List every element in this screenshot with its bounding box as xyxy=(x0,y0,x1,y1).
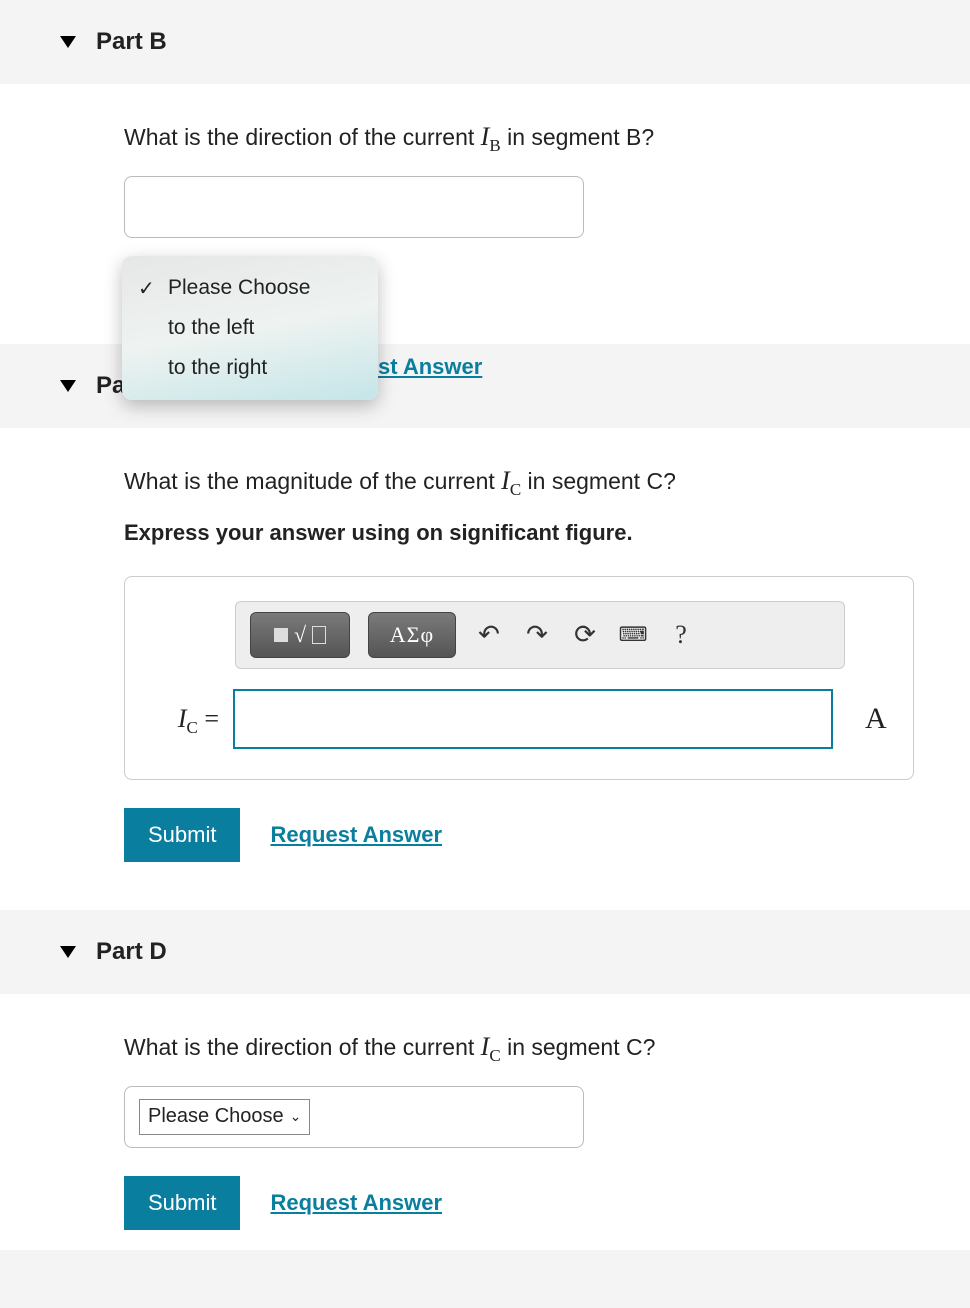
part-c-instruction: Express your answer using on significant… xyxy=(124,520,930,546)
question-text-post: in segment C? xyxy=(521,468,676,494)
part-d-body: What is the direction of the current IC … xyxy=(0,994,970,1250)
answer-label-sub: C xyxy=(186,718,197,737)
direction-select[interactable]: Please Choose ⌄ xyxy=(124,1086,584,1148)
part-d-header[interactable]: Part D xyxy=(0,910,970,994)
submit-button[interactable]: Submit xyxy=(124,808,240,862)
part-c-submit-row: Submit Request Answer xyxy=(124,808,930,862)
part-d-title: Part D xyxy=(96,938,167,966)
undo-icon[interactable]: ↶ xyxy=(474,619,504,650)
answer-input-row: IC = A xyxy=(145,689,893,749)
submit-button[interactable]: Submit xyxy=(124,1176,240,1230)
answer-box: √ ΑΣφ ↶ ↷ ⟳ ⌨ ? IC = A xyxy=(124,576,914,780)
direction-select-container[interactable] xyxy=(124,176,584,238)
greek-button[interactable]: ΑΣφ xyxy=(368,612,456,658)
question-text-pre: What is the direction of the current xyxy=(124,124,481,150)
part-b-question: What is the direction of the current IB … xyxy=(124,120,930,154)
dropdown-option-placeholder[interactable]: Please Choose xyxy=(122,268,378,308)
keyboard-icon[interactable]: ⌨ xyxy=(618,622,648,647)
answer-unit: A xyxy=(865,702,887,736)
part-b-body: What is the direction of the current IB … xyxy=(0,84,970,344)
templates-button[interactable]: √ xyxy=(250,612,350,658)
question-text-pre: What is the magnitude of the current xyxy=(124,468,501,494)
request-answer-link-partial[interactable]: st Answer xyxy=(378,354,482,380)
question-sub: C xyxy=(489,1046,500,1065)
question-var: I xyxy=(501,466,510,495)
part-c-question: What is the magnitude of the current IC … xyxy=(124,464,930,498)
question-text-post: in segment C? xyxy=(501,1034,656,1060)
select-text: Please Choose xyxy=(148,1105,284,1128)
redo-icon[interactable]: ↷ xyxy=(522,619,552,650)
dropdown-option-left[interactable]: to the left xyxy=(122,308,378,348)
reset-icon[interactable]: ⟳ xyxy=(570,619,600,650)
equation-toolbar: √ ΑΣφ ↶ ↷ ⟳ ⌨ ? xyxy=(235,601,845,669)
part-b-header[interactable]: Part B xyxy=(0,0,970,84)
question-text-post: in segment B? xyxy=(501,124,654,150)
chevron-down-icon: ⌄ xyxy=(290,1108,302,1125)
help-icon[interactable]: ? xyxy=(666,620,696,650)
request-answer-link[interactable]: Request Answer xyxy=(270,822,442,848)
part-b-title: Part B xyxy=(96,28,167,56)
request-answer-link[interactable]: Request Answer xyxy=(270,1190,442,1216)
question-sub: B xyxy=(489,136,500,155)
part-d-submit-row: Submit Request Answer xyxy=(124,1176,930,1230)
question-sub: C xyxy=(510,480,521,499)
answer-input[interactable] xyxy=(233,689,833,749)
dropdown-option-right[interactable]: to the right xyxy=(122,348,378,388)
chevron-down-icon xyxy=(60,380,76,392)
chevron-down-icon xyxy=(60,946,76,958)
question-text-pre: What is the direction of the current xyxy=(124,1034,481,1060)
answer-label-eq: = xyxy=(198,704,219,733)
radical-icon: √ xyxy=(294,622,306,648)
square-icon xyxy=(274,628,288,642)
box-icon xyxy=(312,626,326,644)
answer-label: IC = xyxy=(145,704,219,734)
chevron-down-icon xyxy=(60,36,76,48)
part-c-body: What is the magnitude of the current IC … xyxy=(0,428,970,910)
direction-select-inner[interactable]: Please Choose ⌄ xyxy=(139,1099,310,1135)
part-d-question: What is the direction of the current IC … xyxy=(124,1030,930,1064)
direction-dropdown-open: Please Choose to the left to the right xyxy=(122,256,378,400)
